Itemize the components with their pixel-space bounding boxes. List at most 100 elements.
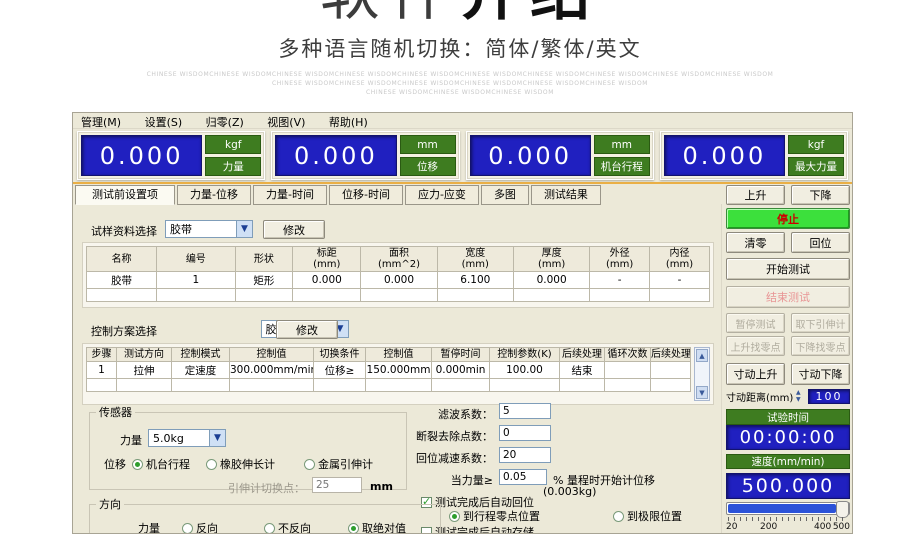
sensor-force-select[interactable]: 5.0kg▼: [148, 429, 226, 447]
force-display: 0.000: [81, 135, 202, 176]
tab-displacement-time[interactable]: 位移-时间: [329, 185, 403, 205]
sensor-disp-label: 位移: [104, 456, 126, 472]
max-force-label: 最大力量: [788, 157, 844, 176]
scheme-table-scrollbar[interactable]: ▲ ▼: [694, 347, 710, 401]
tab-pretest-settings[interactable]: 测试前设置项: [75, 185, 175, 205]
menu-view[interactable]: 视图(V): [267, 116, 305, 129]
end-test-button[interactable]: 结束测试: [726, 286, 850, 308]
sensor-group: 传感器 力量 5.0kg▼ 位移 机台行程 橡胶伸长计 金属引伸计 引伸计切换点…: [89, 404, 407, 490]
scroll-up-icon[interactable]: ▲: [696, 349, 708, 362]
speed-slider-fill: [728, 504, 836, 513]
up-button[interactable]: 上升: [726, 185, 785, 205]
menu-manage[interactable]: 管理(M): [81, 116, 121, 129]
watermark-line: CHINESE WISDOMCHINESE WISDOMCHINESE WISD…: [0, 71, 920, 78]
speed-slider-track[interactable]: [726, 502, 850, 515]
radio-force-absolute[interactable]: 取绝对值: [348, 520, 406, 534]
radio-icon[interactable]: [449, 511, 460, 522]
menu-help[interactable]: 帮助(H): [329, 116, 368, 129]
max-force-display: 0.000: [664, 135, 785, 176]
spinner-up-icon[interactable]: ▲: [796, 389, 801, 396]
sensor-group-title: 传感器: [96, 404, 135, 420]
down-find-zero-button[interactable]: 下降找零点: [791, 336, 850, 356]
scheme-modify-button[interactable]: 修改: [276, 320, 338, 339]
jog-distance-spinner[interactable]: ▲ ▼: [796, 389, 806, 403]
radio-icon[interactable]: [348, 523, 359, 534]
menu-bar: 管理(M) 设置(S) 归零(Z) 视图(V) 帮助(H): [73, 113, 852, 129]
tab-force-time[interactable]: 力量-时间: [253, 185, 327, 205]
specimen-header-row: 名称 编号 形状 标距(mm) 面积(mm^2) 宽度(mm) 厚度(mm) 外…: [87, 247, 710, 272]
scheme-table-frame: 步骤测试方向 控制模式控制值 切换条件控制值 暂停时间控制参数(K) 后续处理循…: [82, 343, 714, 405]
radio-icon[interactable]: [264, 523, 275, 534]
speed-header: 速度(mm/min): [726, 454, 850, 469]
sensor-force-label: 力量: [120, 432, 142, 448]
radio-to-limit[interactable]: 到极限位置: [613, 508, 682, 524]
displacement-panel: 0.000 mm位移: [271, 131, 459, 180]
radio-icon[interactable]: [182, 523, 193, 534]
force-label: 力量: [205, 157, 261, 176]
specimen-select[interactable]: 胶带▼: [165, 220, 253, 238]
start-test-button[interactable]: 开始测试: [726, 258, 850, 280]
specimen-data-row[interactable]: 胶带1 矩形0.000 0.0006.100 0.000- -: [87, 272, 710, 289]
tab-stress-strain[interactable]: 应力-应变: [405, 185, 479, 205]
speed-slider-thumb[interactable]: [836, 501, 849, 518]
machine-control-panel: 上升 下降 停止 清零 回位 开始测试 结束测试 暂停测试 取下引伸计 上升找零…: [726, 184, 850, 533]
tab-force-displacement[interactable]: 力量-位移: [177, 185, 251, 205]
radio-icon[interactable]: [613, 511, 624, 522]
speed-display: 500.000: [726, 473, 850, 499]
direction-force-label: 力量: [138, 520, 160, 534]
break-remove-label: 断裂去除点数：: [373, 428, 493, 444]
tab-test-results[interactable]: 测试结果: [531, 185, 601, 205]
ext-switch-input[interactable]: 25: [312, 477, 362, 493]
stroke-label: 机台行程: [594, 157, 650, 176]
radio-force-no-reverse[interactable]: 不反向: [264, 520, 311, 534]
return-button[interactable]: 回位: [791, 232, 850, 253]
threshold-input[interactable]: 0.05: [499, 469, 547, 485]
spinner-down-icon[interactable]: ▼: [796, 396, 801, 403]
return-decel-input[interactable]: 20: [499, 447, 551, 463]
tab-multi-chart[interactable]: 多图: [481, 185, 529, 205]
clear-zero-button[interactable]: 清零: [726, 232, 785, 253]
radio-rubber-extensometer[interactable]: 橡胶伸长计: [206, 456, 275, 472]
specimen-select-label: 试样资料选择: [91, 223, 157, 239]
scheme-header-row: 步骤测试方向 控制模式控制值 切换条件控制值 暂停时间控制参数(K) 后续处理循…: [87, 348, 691, 362]
menu-settings[interactable]: 设置(S): [145, 116, 183, 129]
jog-distance-label: 寸动距离(mm): [726, 393, 793, 404]
radio-icon[interactable]: [132, 459, 143, 470]
radio-force-reverse[interactable]: 反向: [182, 520, 218, 534]
scheme-data-row[interactable]: 1拉伸 定速度300.000mm/min 位移≥150.000mm 0.000m…: [87, 362, 691, 379]
remove-extensometer-button[interactable]: 取下引伸计: [791, 313, 850, 333]
chevron-down-icon[interactable]: ▼: [236, 221, 252, 237]
radio-metal-extensometer[interactable]: 金属引伸计: [304, 456, 373, 472]
ext-switch-label: 引伸计切换点：: [228, 480, 305, 496]
filter-coef-input[interactable]: 5: [499, 403, 551, 419]
menu-zero[interactable]: 归零(Z): [206, 116, 244, 129]
force-unit: kgf: [205, 135, 261, 154]
page-title: 软件介绍: [0, 0, 920, 27]
scale-label: 400: [814, 522, 831, 532]
direction-group: 方向 力量 反向 不反向 取绝对值 行程 反向 不反向 取绝对值: [89, 496, 441, 534]
jog-down-button[interactable]: 寸动下降: [791, 363, 850, 385]
scale-label: 200: [760, 522, 777, 532]
jog-up-button[interactable]: 寸动上升: [726, 363, 785, 385]
scroll-down-icon[interactable]: ▼: [696, 386, 708, 399]
radio-machine-stroke[interactable]: 机台行程: [132, 456, 190, 472]
scheme-select-label: 控制方案选择: [91, 323, 157, 339]
scale-label: 20: [726, 522, 737, 532]
stop-button[interactable]: 停止: [726, 208, 850, 229]
radio-to-stroke-zero[interactable]: 到行程零点位置: [449, 508, 540, 524]
test-time-header: 试验时间: [726, 409, 850, 425]
up-find-zero-button[interactable]: 上升找零点: [726, 336, 785, 356]
displacement-display: 0.000: [275, 135, 396, 176]
down-button[interactable]: 下降: [791, 185, 850, 205]
stroke-panel: 0.000 mm机台行程: [466, 131, 654, 180]
jog-distance-input[interactable]: 100: [808, 389, 850, 404]
break-remove-input[interactable]: 0: [499, 425, 551, 441]
chevron-down-icon[interactable]: ▼: [209, 430, 225, 446]
filter-coef-label: 滤波系数：: [373, 406, 493, 422]
radio-icon[interactable]: [206, 459, 217, 470]
scale-label: 500: [833, 522, 850, 532]
specimen-modify-button[interactable]: 修改: [263, 220, 325, 239]
radio-icon[interactable]: [304, 459, 315, 470]
pause-test-button[interactable]: 暂停测试: [726, 313, 785, 333]
threshold-prefix: 当力量≥: [373, 472, 493, 488]
